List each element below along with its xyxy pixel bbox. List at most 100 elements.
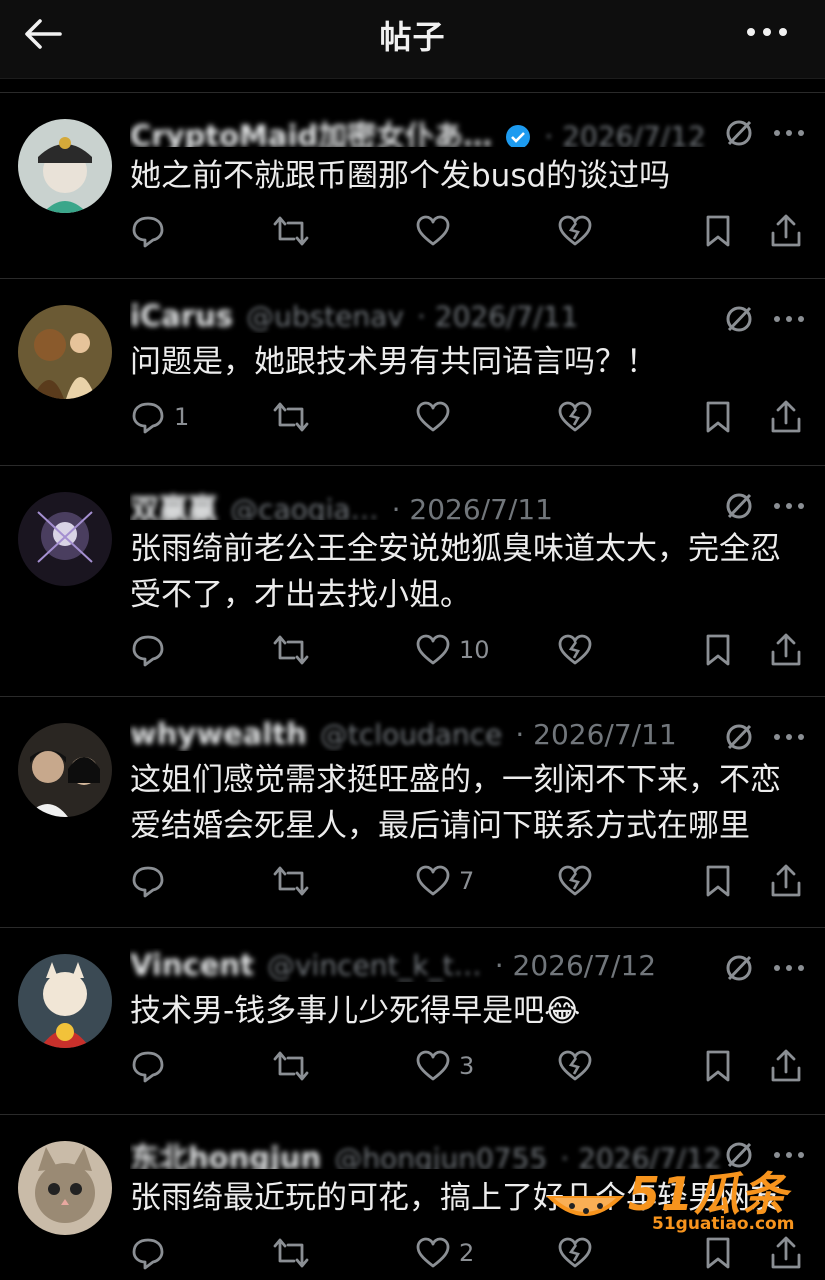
author-name[interactable]: iCarus	[130, 299, 233, 333]
heart-icon	[416, 401, 450, 432]
author-name[interactable]: 双赢赢	[130, 492, 217, 520]
share-icon	[771, 1236, 801, 1269]
share-icon	[771, 400, 801, 433]
reply-header: whywealth @tcloudance · 2026/7/11	[130, 717, 825, 751]
like-button[interactable]: 7	[415, 863, 474, 899]
reply-header: Vincent @vincent_k_t… · 2026/7/12	[130, 948, 825, 982]
avatar[interactable]	[18, 119, 112, 213]
avatar[interactable]	[18, 1141, 112, 1235]
reply-text: 张雨绮前老公王全安说她狐臭味道太大，完全忍受不了，才出去找小姐。	[130, 531, 781, 613]
grok-icon[interactable]	[723, 490, 755, 522]
share-button[interactable]	[768, 863, 804, 899]
reply-item[interactable]: whywealth @tcloudance · 2026/7/11 这姐们感觉需…	[0, 696, 825, 927]
reply-meta	[723, 1139, 805, 1171]
author-name[interactable]: whywealth	[130, 717, 307, 751]
reply-count: 1	[174, 403, 190, 431]
reply-button[interactable]	[130, 1048, 174, 1084]
repost-button[interactable]	[272, 1235, 310, 1271]
reply-button[interactable]: 1	[130, 399, 189, 435]
repost-button[interactable]	[272, 1048, 310, 1084]
repost-icon	[273, 1051, 309, 1081]
reply-button[interactable]	[130, 1235, 174, 1271]
reply-button[interactable]	[130, 213, 174, 249]
bookmark-icon	[706, 1237, 730, 1269]
like-button[interactable]	[415, 213, 459, 249]
repost-button[interactable]	[272, 632, 310, 668]
bookmark-icon	[706, 865, 730, 897]
author-handle: @ubstenav	[246, 300, 404, 333]
dislike-button[interactable]	[557, 632, 593, 668]
dislike-button[interactable]	[557, 1235, 593, 1271]
share-button[interactable]	[768, 1235, 804, 1271]
top-navigation-bar: 帖子	[0, 0, 825, 79]
avatar[interactable]	[18, 954, 112, 1048]
like-button[interactable]: 2	[415, 1235, 474, 1271]
avatar[interactable]	[18, 723, 112, 817]
bookmark-button[interactable]	[700, 399, 736, 435]
reply-text: 技术男-钱多事儿少死得早是吧😂	[130, 993, 581, 1029]
like-button[interactable]: 3	[415, 1048, 474, 1084]
more-icon[interactable]	[773, 501, 805, 511]
repost-button[interactable]	[272, 399, 310, 435]
dislike-button[interactable]	[557, 213, 593, 249]
avatar[interactable]	[18, 305, 112, 399]
action-bar: 2	[130, 1235, 825, 1275]
repost-icon	[273, 402, 309, 432]
reply-item[interactable]: CryptoMaid加密女仆あ… · 2026/7/12 她之前不就跟币圈那个发…	[0, 92, 825, 278]
grok-icon[interactable]	[723, 1139, 755, 1171]
more-options-button[interactable]	[743, 18, 791, 46]
reply-header: CryptoMaid加密女仆あ… · 2026/7/12	[130, 113, 825, 147]
more-icon[interactable]	[773, 128, 805, 138]
author-name[interactable]: CryptoMaid加密女仆あ…	[130, 119, 492, 147]
author-name[interactable]: 东北hongjun	[130, 1141, 321, 1169]
like-button[interactable]	[415, 399, 459, 435]
reply-item[interactable]: 东北hongjun @hongjun0755 · 2026/7/12 张雨绮最近…	[0, 1114, 825, 1280]
repost-button[interactable]	[272, 863, 310, 899]
dislike-button[interactable]	[557, 1048, 593, 1084]
reply-item[interactable]: Vincent @vincent_k_t… · 2026/7/12 技术男-钱多…	[0, 927, 825, 1114]
reply-item[interactable]: iCarus @ubstenav · 2026/7/11 问题是，她跟技术男有共…	[0, 278, 825, 465]
comment-icon	[132, 1051, 164, 1083]
grok-icon[interactable]	[723, 303, 755, 335]
share-icon	[771, 1049, 801, 1082]
grok-icon[interactable]	[723, 952, 755, 984]
reply-text: 她之前不就跟币圈那个发busd的谈过吗	[130, 158, 671, 194]
share-button[interactable]	[768, 213, 804, 249]
repost-icon	[273, 635, 309, 665]
more-icon[interactable]	[773, 1150, 805, 1160]
grok-icon[interactable]	[723, 721, 755, 753]
reply-meta	[723, 303, 805, 335]
share-button[interactable]	[768, 1048, 804, 1084]
dislike-button[interactable]	[557, 863, 593, 899]
more-icon[interactable]	[773, 314, 805, 324]
heart-icon	[416, 634, 450, 665]
more-icon[interactable]	[773, 732, 805, 742]
share-button[interactable]	[768, 399, 804, 435]
reply-header: iCarus @ubstenav · 2026/7/11	[130, 299, 825, 333]
bookmark-button[interactable]	[700, 213, 736, 249]
action-bar: 1	[130, 399, 825, 439]
like-button[interactable]: 10	[415, 632, 490, 668]
heart-icon	[416, 865, 450, 896]
action-bar: 7	[130, 863, 825, 903]
bookmark-button[interactable]	[700, 863, 736, 899]
bookmark-button[interactable]	[700, 1048, 736, 1084]
repost-button[interactable]	[272, 213, 310, 249]
author-name[interactable]: Vincent	[130, 948, 254, 982]
grok-icon[interactable]	[723, 117, 755, 149]
reply-button[interactable]	[130, 632, 174, 668]
comment-icon	[132, 635, 164, 667]
reply-button[interactable]	[130, 863, 174, 899]
comment-icon	[132, 1238, 164, 1270]
share-button[interactable]	[768, 632, 804, 668]
more-icon[interactable]	[773, 963, 805, 973]
dislike-button[interactable]	[557, 399, 593, 435]
verified-badge-icon	[506, 125, 531, 147]
reply-item[interactable]: 双赢赢 @caoqia… · 2026/7/11 张雨绮前老公王全安说她狐臭味道…	[0, 465, 825, 696]
bookmark-button[interactable]	[700, 632, 736, 668]
post-date: · 2026/7/11	[391, 493, 553, 520]
author-handle: @caoqia…	[230, 493, 379, 520]
avatar[interactable]	[18, 492, 112, 586]
reply-meta	[723, 952, 805, 984]
bookmark-button[interactable]	[700, 1235, 736, 1271]
